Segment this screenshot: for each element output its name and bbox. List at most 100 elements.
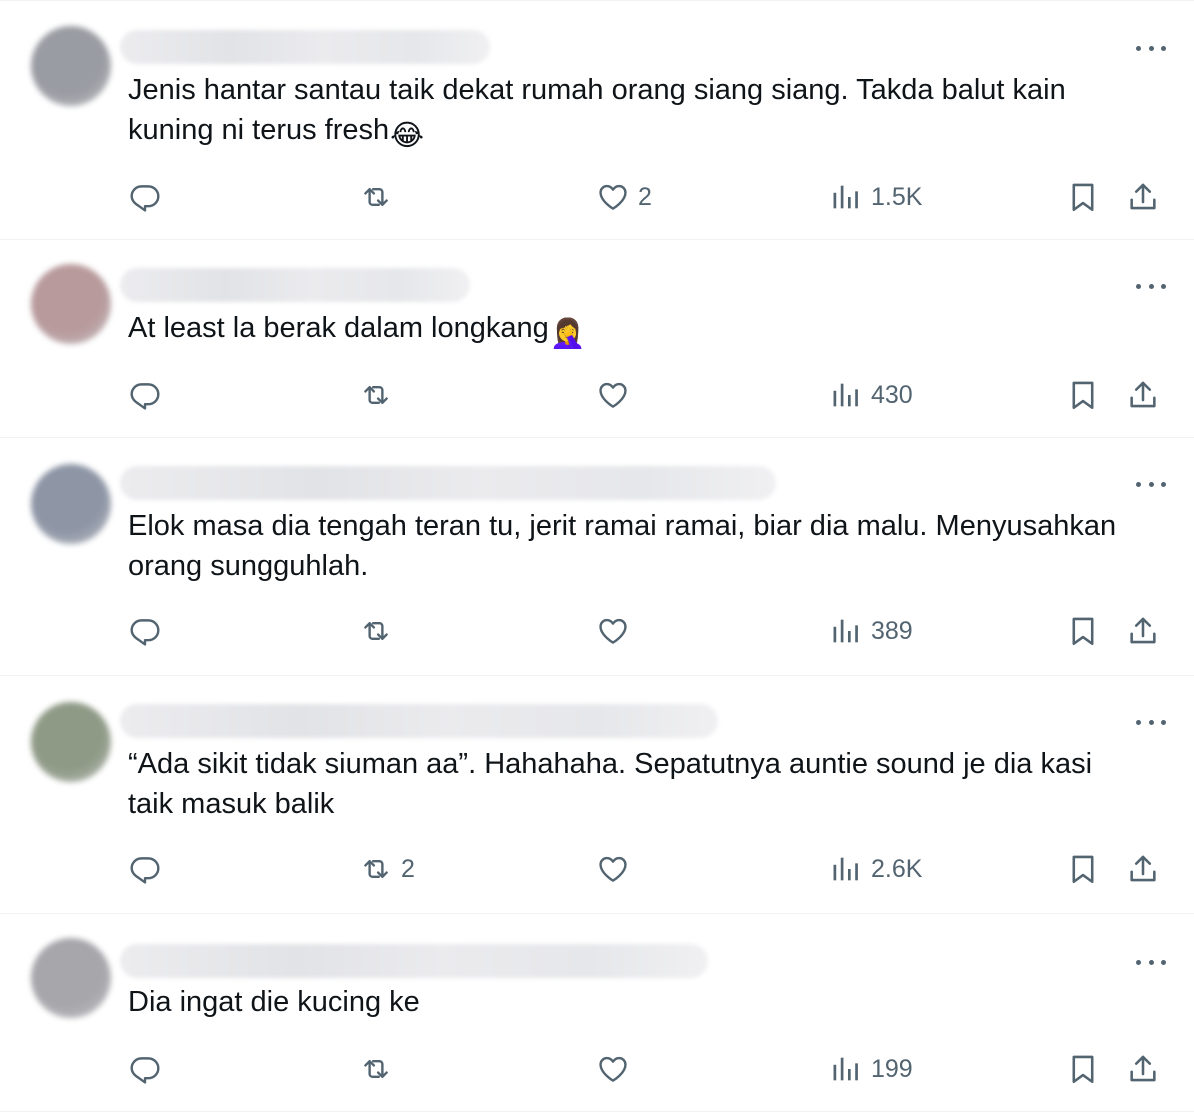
like-button[interactable] (596, 611, 630, 651)
views-button[interactable]: 2.6K (829, 849, 922, 889)
like-button[interactable] (596, 1049, 630, 1089)
heart-icon (596, 378, 630, 412)
repost-icon (359, 852, 393, 886)
author-name-redacted[interactable] (120, 944, 708, 978)
repost-button[interactable]: 2 (359, 849, 415, 889)
reply-icon (128, 378, 162, 412)
tweet-text-content: At least la berak dalam longkang (128, 312, 549, 344)
more-dot (1136, 481, 1141, 487)
more-dot (1161, 719, 1166, 725)
reply-button[interactable] (128, 375, 162, 415)
share-icon (1126, 614, 1160, 648)
bookmark-button[interactable] (1066, 375, 1100, 415)
like-button[interactable]: 2 (596, 177, 652, 217)
reply-button[interactable] (128, 611, 162, 651)
avatar[interactable] (31, 26, 111, 106)
share-icon (1126, 378, 1160, 412)
more-options-icon[interactable] (1134, 276, 1168, 296)
reply-button[interactable] (128, 1049, 162, 1089)
author-name-redacted[interactable] (120, 30, 490, 64)
more-dot (1148, 959, 1154, 965)
like-button[interactable] (596, 375, 630, 415)
views-chart-icon (829, 180, 863, 214)
action-bar: 430 (0, 375, 1194, 415)
author-name-redacted[interactable] (120, 268, 470, 302)
bookmark-icon (1066, 1052, 1100, 1086)
bookmark-button[interactable] (1066, 177, 1100, 217)
tweet-text-content: Elok masa dia tengah teran tu, jerit ram… (128, 510, 1125, 582)
reply-icon (128, 614, 162, 648)
tweet-text-content: Jenis hantar santau taik dekat rumah ora… (128, 74, 1074, 146)
tweet: At least la berak dalam longkang🤦‍♀️ 430 (0, 240, 1194, 438)
avatar[interactable] (31, 264, 111, 344)
more-dot (1161, 481, 1166, 487)
views-count: 1.5K (871, 182, 923, 211)
avatar[interactable] (31, 938, 111, 1018)
heart-icon (596, 852, 630, 886)
views-count: 2.6K (871, 854, 923, 883)
views-chart-icon (829, 852, 863, 886)
repost-button[interactable] (359, 611, 393, 651)
heart-icon (596, 1052, 630, 1086)
tears-of-joy-emoji-icon: 😂 (390, 120, 425, 152)
reposts-count: 2 (401, 854, 415, 883)
author-name-redacted[interactable] (120, 466, 776, 500)
heart-icon (596, 180, 630, 214)
share-icon (1126, 180, 1160, 214)
more-dot (1136, 719, 1141, 725)
more-dot (1161, 959, 1166, 965)
replies-feed: Jenis hantar santau taik dekat rumah ora… (0, 0, 1194, 1112)
share-button[interactable] (1126, 375, 1160, 415)
tweet-text-content: “Ada sikit tidak siuman aa”. Hahahaha. S… (128, 748, 1101, 820)
more-options-icon[interactable] (1134, 38, 1168, 58)
more-options-icon[interactable] (1134, 474, 1168, 494)
reply-button[interactable] (128, 177, 162, 217)
views-count: 199 (871, 1054, 913, 1083)
more-dot (1148, 719, 1154, 725)
more-dot (1136, 959, 1141, 965)
bookmark-icon (1066, 614, 1100, 648)
bookmark-button[interactable] (1066, 1049, 1100, 1089)
share-button[interactable] (1126, 849, 1160, 889)
more-dot (1148, 481, 1154, 487)
views-button[interactable]: 1.5K (829, 177, 922, 217)
repost-icon (359, 1052, 393, 1086)
views-count: 430 (871, 380, 913, 409)
author-name-redacted[interactable] (120, 704, 718, 738)
avatar[interactable] (31, 702, 111, 782)
views-button[interactable]: 430 (829, 375, 913, 415)
reply-icon (128, 852, 162, 886)
repost-icon (359, 614, 393, 648)
repost-button[interactable] (359, 375, 393, 415)
more-options-icon[interactable] (1134, 712, 1168, 732)
action-bar: 389 (0, 611, 1194, 651)
reply-button[interactable] (128, 849, 162, 889)
views-button[interactable]: 199 (829, 1049, 913, 1089)
share-button[interactable] (1126, 1049, 1160, 1089)
action-bar: 2 2.6K (0, 849, 1194, 889)
more-dot (1161, 45, 1166, 51)
views-chart-icon (829, 614, 863, 648)
views-button[interactable]: 389 (829, 611, 913, 651)
more-dot (1148, 45, 1154, 51)
heart-icon (596, 614, 630, 648)
views-chart-icon (829, 1052, 863, 1086)
action-bar: 2 1.5K (0, 177, 1194, 217)
tweet: Elok masa dia tengah teran tu, jerit ram… (0, 438, 1194, 676)
tweet-text: Dia ingat die kucing ke (128, 982, 1138, 1022)
bookmark-icon (1066, 180, 1100, 214)
tweet-text: Elok masa dia tengah teran tu, jerit ram… (128, 506, 1138, 586)
more-options-icon[interactable] (1134, 952, 1168, 972)
avatar[interactable] (31, 464, 111, 544)
tweet-text: “Ada sikit tidak siuman aa”. Hahahaha. S… (128, 744, 1138, 824)
repost-button[interactable] (359, 177, 393, 217)
share-button[interactable] (1126, 177, 1160, 217)
like-button[interactable] (596, 849, 630, 889)
repost-button[interactable] (359, 1049, 393, 1089)
share-button[interactable] (1126, 611, 1160, 651)
views-count: 389 (871, 616, 913, 645)
repost-icon (359, 378, 393, 412)
bookmark-button[interactable] (1066, 611, 1100, 651)
bookmark-button[interactable] (1066, 849, 1100, 889)
more-dot (1136, 283, 1141, 289)
